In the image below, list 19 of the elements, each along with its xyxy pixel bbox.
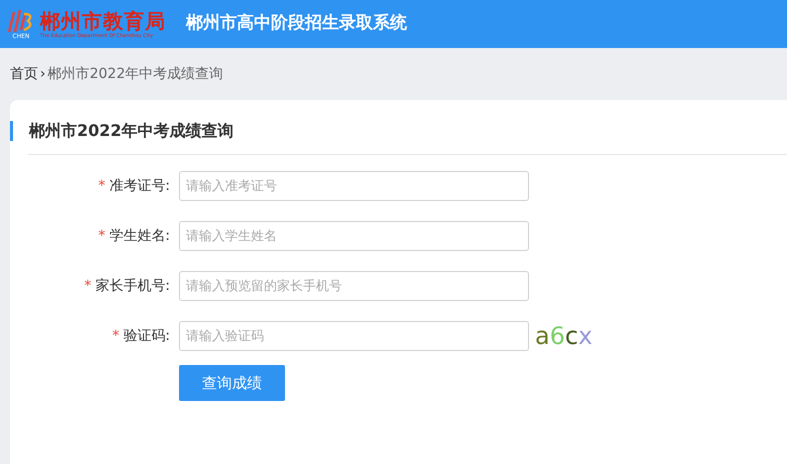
required-mark: * [98,226,106,246]
breadcrumb-separator: › [40,64,46,84]
required-mark: * [98,176,106,196]
card-title: 郴州市2022年中考成绩查询 [29,120,234,142]
breadcrumb-link[interactable]: 首页 [10,64,38,84]
logo-title: 郴州市教育局 [40,8,166,32]
input-field[interactable]: 请输入验证码 [179,321,529,351]
system-title: 郴州市高中阶段招生录取系统 [186,12,407,36]
field-label: 家长手机号: [95,276,170,296]
required-mark: * [84,276,92,296]
field-label: 准考证号: [109,176,170,196]
input-field[interactable]: 请输入预览留的家长手机号 [179,271,529,301]
input-field[interactable]: 请输入学生姓名 [179,221,529,251]
input-field[interactable]: 请输入准考证号 [179,171,529,201]
captcha-image[interactable]: a6cx [535,324,592,348]
field-label: 验证码: [123,326,170,346]
field-label: 学生姓名: [109,226,170,246]
required-mark: * [112,326,120,346]
breadcrumb-current: 郴州市2022年中考成绩查询 [48,64,224,84]
